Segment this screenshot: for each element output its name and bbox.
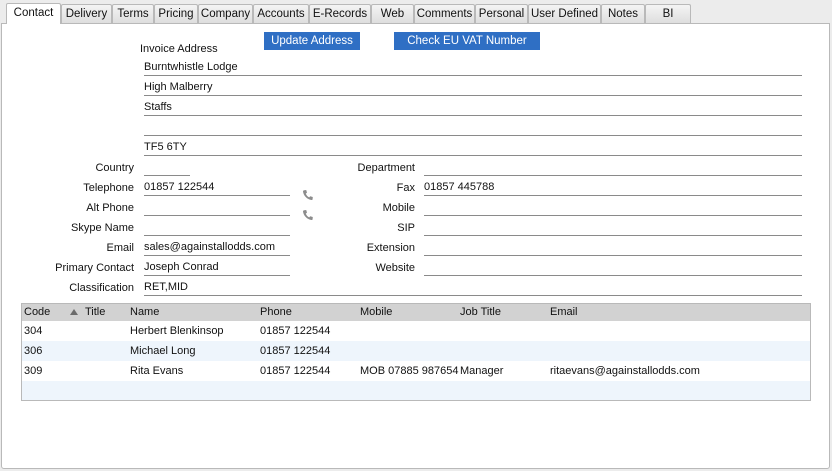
cell-phone: 01857 122544 bbox=[260, 325, 331, 337]
primary-contact-field[interactable]: Joseph Conrad bbox=[144, 259, 290, 276]
alt-phone-label: Alt Phone bbox=[86, 202, 134, 214]
column-header-mobile[interactable]: Mobile bbox=[360, 304, 392, 321]
primary-contact-label: Primary Contact bbox=[55, 262, 134, 274]
tab-contact[interactable]: Contact bbox=[6, 3, 61, 24]
cell-code: 309 bbox=[24, 365, 43, 377]
sip-field[interactable] bbox=[424, 219, 802, 236]
sip-label: SIP bbox=[397, 222, 415, 234]
tab-e-records[interactable]: E-Records bbox=[309, 4, 371, 23]
email-label: Email bbox=[106, 242, 134, 254]
address-line-4[interactable] bbox=[144, 119, 802, 136]
contacts-table[interactable]: Code Title Name Phone Mobile Job Title E… bbox=[21, 303, 811, 401]
address-line-2[interactable]: High Malberry bbox=[144, 79, 802, 96]
table-row-empty[interactable] bbox=[22, 381, 810, 400]
fax-field[interactable]: 01857 445788 bbox=[424, 179, 802, 196]
website-label: Website bbox=[375, 262, 415, 274]
table-header: Code Title Name Phone Mobile Job Title E… bbox=[22, 304, 810, 321]
table-row[interactable]: 309 Rita Evans 01857 122544 MOB 07885 98… bbox=[22, 361, 810, 381]
cell-email: ritaevans@againstallodds.com bbox=[550, 365, 700, 377]
cell-job-title: Manager bbox=[460, 365, 504, 377]
mobile-label: Mobile bbox=[382, 202, 415, 214]
check-eu-vat-button[interactable]: Check EU VAT Number bbox=[394, 32, 540, 50]
column-header-name[interactable]: Name bbox=[130, 304, 159, 321]
tab-bi[interactable]: BI bbox=[645, 4, 691, 23]
update-address-button[interactable]: Update Address bbox=[264, 32, 360, 50]
tab-personal[interactable]: Personal bbox=[475, 4, 528, 23]
cell-name: Michael Long bbox=[130, 345, 196, 357]
extension-field[interactable] bbox=[424, 239, 802, 256]
classification-label: Classification bbox=[69, 282, 134, 294]
cell-mobile: MOB 07885 987654 bbox=[360, 365, 459, 377]
cell-name: Rita Evans bbox=[130, 365, 184, 377]
tab-pricing[interactable]: Pricing bbox=[154, 4, 198, 23]
classification-field[interactable]: RET,MID bbox=[144, 279, 802, 296]
cell-phone: 01857 122544 bbox=[260, 345, 331, 357]
tab-web[interactable]: Web bbox=[371, 4, 414, 23]
tab-delivery[interactable]: Delivery bbox=[61, 4, 112, 23]
alt-phone-field[interactable] bbox=[144, 199, 290, 216]
cell-name: Herbert Blenkinsop bbox=[130, 325, 224, 337]
table-row[interactable]: 304 Herbert Blenkinsop 01857 122544 bbox=[22, 321, 810, 341]
tab-notes[interactable]: Notes bbox=[601, 4, 645, 23]
column-header-title[interactable]: Title bbox=[85, 304, 105, 321]
tab-company[interactable]: Company bbox=[198, 4, 253, 23]
phone-icon[interactable] bbox=[302, 209, 314, 221]
mobile-field[interactable] bbox=[424, 199, 802, 216]
column-header-email[interactable]: Email bbox=[550, 304, 578, 321]
sort-ascending-icon[interactable] bbox=[70, 309, 78, 315]
cell-code: 306 bbox=[24, 345, 43, 357]
cell-code: 304 bbox=[24, 325, 43, 337]
tab-terms[interactable]: Terms bbox=[112, 4, 154, 23]
tab-accounts[interactable]: Accounts bbox=[253, 4, 309, 23]
invoice-address-label: Invoice Address bbox=[140, 43, 218, 55]
fax-label: Fax bbox=[396, 182, 415, 194]
column-header-code[interactable]: Code bbox=[24, 304, 50, 321]
country-field[interactable] bbox=[144, 159, 190, 176]
table-row[interactable]: 306 Michael Long 01857 122544 bbox=[22, 341, 810, 361]
phone-icon[interactable] bbox=[302, 189, 314, 201]
address-line-5[interactable]: TF5 6TY bbox=[144, 139, 802, 156]
country-label: Country bbox=[95, 162, 134, 174]
website-field[interactable] bbox=[424, 259, 802, 276]
cell-phone: 01857 122544 bbox=[260, 365, 331, 377]
tab-comments[interactable]: Comments bbox=[414, 4, 475, 23]
department-label: Department bbox=[357, 162, 415, 174]
telephone-field[interactable]: 01857 122544 bbox=[144, 179, 290, 196]
email-field[interactable]: sales@againstallodds.com bbox=[144, 239, 290, 256]
skype-name-label: Skype Name bbox=[71, 222, 134, 234]
extension-label: Extension bbox=[366, 242, 415, 254]
skype-name-field[interactable] bbox=[144, 219, 290, 236]
tab-user-defined[interactable]: User Defined bbox=[528, 4, 601, 23]
column-header-phone[interactable]: Phone bbox=[260, 304, 292, 321]
telephone-label: Telephone bbox=[83, 182, 134, 194]
column-header-job-title[interactable]: Job Title bbox=[460, 304, 501, 321]
address-line-1[interactable]: Burntwhistle Lodge bbox=[144, 59, 802, 76]
department-field[interactable] bbox=[424, 159, 802, 176]
address-line-3[interactable]: Staffs bbox=[144, 99, 802, 116]
